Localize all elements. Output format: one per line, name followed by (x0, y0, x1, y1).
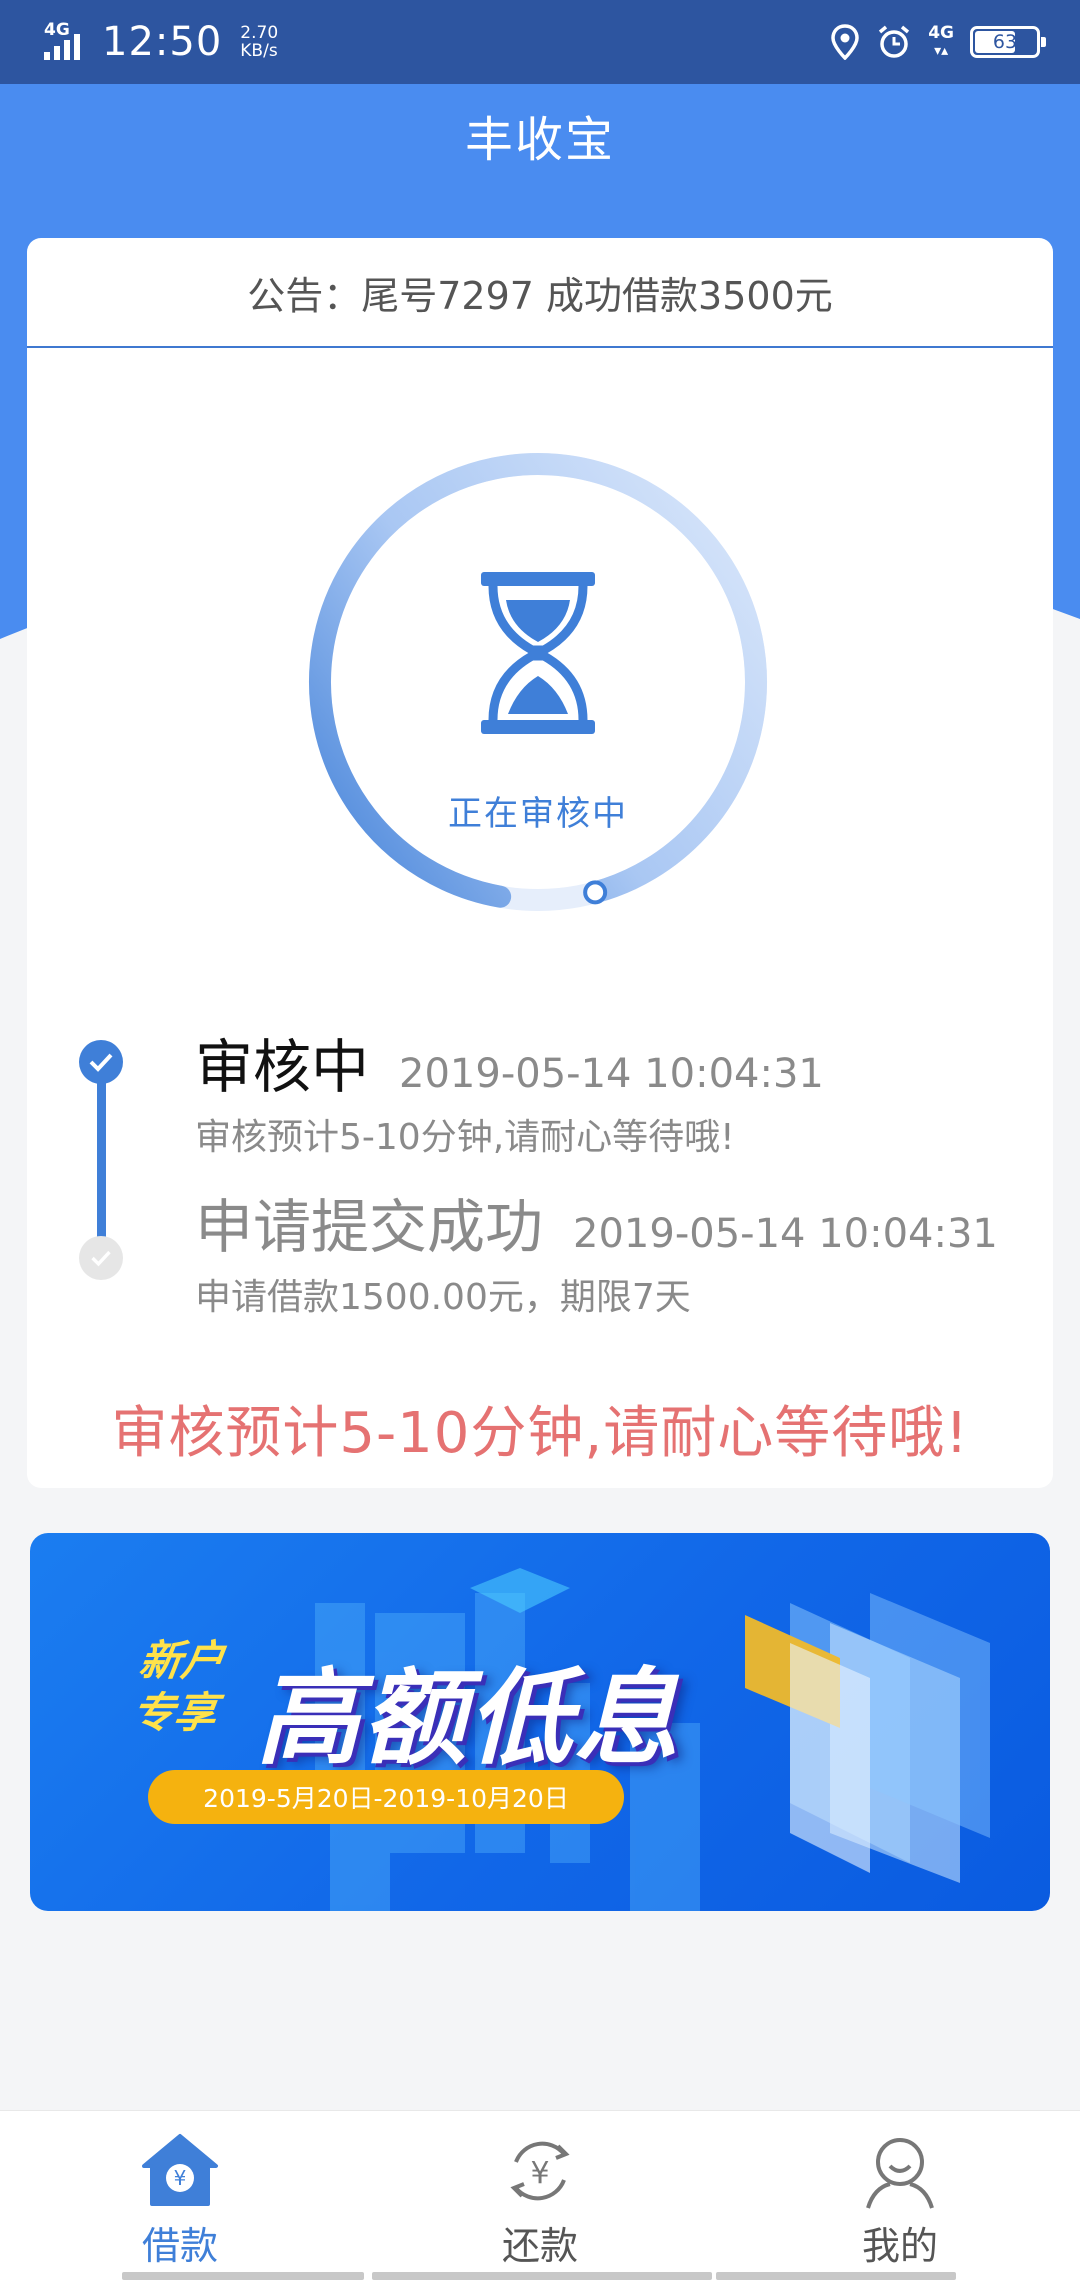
nav-label: 借款 (141, 2224, 218, 2268)
banner-tag: 新户 专享 (129, 1635, 228, 1739)
gesture-bar (372, 2272, 712, 2280)
page-title: 丰收宝 (464, 112, 615, 168)
progress-knob (583, 880, 608, 905)
announcement-bar: 公告：尾号7297 成功借款3500元 (27, 238, 1053, 348)
timeline-item: 审核中 2019-05-14 10:04:31 审核预计5-10分钟,请耐心等待… (195, 1020, 824, 1160)
hourglass-icon (481, 572, 595, 734)
battery-icon: 63 (970, 26, 1046, 58)
svg-text:¥: ¥ (174, 2166, 187, 2190)
banner-tag-line1: 新户 (136, 1636, 228, 1685)
timeline-time: 2019-05-14 10:04:31 (399, 1051, 824, 1097)
gesture-bar (716, 2272, 956, 2280)
network-type-2: 4G (928, 23, 954, 43)
repay-yen-icon: ¥ (500, 2129, 580, 2213)
signal-icon: 4G (44, 20, 90, 62)
promo-banner[interactable]: 新户 专享 高额低息 2019-5月20日-2019-10月20日 (30, 1533, 1050, 1911)
review-card: 公告：尾号7297 成功借款3500元 正在审核中 审核中 2019-05-14… (27, 238, 1053, 1488)
timeline-check-done-icon (79, 1236, 123, 1280)
network-speed: 2.70 KB/s (240, 24, 278, 60)
home-yen-icon: ¥ (140, 2129, 220, 2213)
banner-date-pill: 2019-5月20日-2019-10月20日 (148, 1770, 624, 1824)
review-progress-ring (309, 453, 767, 911)
nav-label: 还款 (501, 2224, 578, 2268)
alarm-icon (876, 24, 912, 60)
timeline-desc: 申请借款1500.00元，期限7天 (195, 1277, 691, 1318)
speed-unit: KB/s (240, 41, 278, 61)
nav-label: 我的 (861, 2224, 938, 2268)
timeline-check-active-icon (79, 1040, 123, 1084)
mobile-data-icon: 4G ▾▴ (928, 23, 954, 59)
nav-item-mine[interactable]: 我的 (720, 2111, 1080, 2280)
status-left: 4G 12:50 2.70 KB/s (44, 19, 278, 65)
clock: 12:50 (102, 19, 223, 65)
timeline-time: 2019-05-14 10:04:31 (573, 1211, 998, 1257)
battery-level: 63 (992, 31, 1018, 53)
nav-item-repay[interactable]: ¥ 还款 (360, 2111, 720, 2280)
timeline-item: 申请提交成功 2019-05-14 10:04:31 申请借款1500.00元，… (195, 1180, 998, 1320)
timeline-title: 审核中 (195, 1033, 370, 1101)
timeline-line (97, 1081, 106, 1249)
timeline-title: 申请提交成功 (195, 1193, 544, 1261)
gesture-bar (122, 2272, 364, 2280)
location-icon (830, 24, 860, 60)
status-right: 4G ▾▴ 63 (830, 23, 1046, 60)
banner-tag-line2: 专享 (128, 1688, 220, 1737)
bottom-nav: ¥ 借款 ¥ 还款 我的 (0, 2110, 1080, 2280)
announcement-text: 公告：尾号7297 成功借款3500元 (247, 273, 833, 318)
banner-headline: 高额低息 (256, 1657, 681, 1779)
timeline-desc: 审核预计5-10分钟,请耐心等待哦! (195, 1117, 735, 1158)
review-status-label: 正在审核中 (448, 794, 628, 834)
user-icon (860, 2129, 940, 2213)
wait-notice: 审核预计5-10分钟,请耐心等待哦! (111, 1401, 969, 1466)
status-bar: 4G 12:50 2.70 KB/s 4G ▾▴ 63 (0, 0, 1080, 84)
nav-item-borrow[interactable]: ¥ 借款 (0, 2111, 360, 2280)
speed-value: 2.70 (240, 23, 279, 43)
svg-text:¥: ¥ (530, 2156, 549, 2191)
